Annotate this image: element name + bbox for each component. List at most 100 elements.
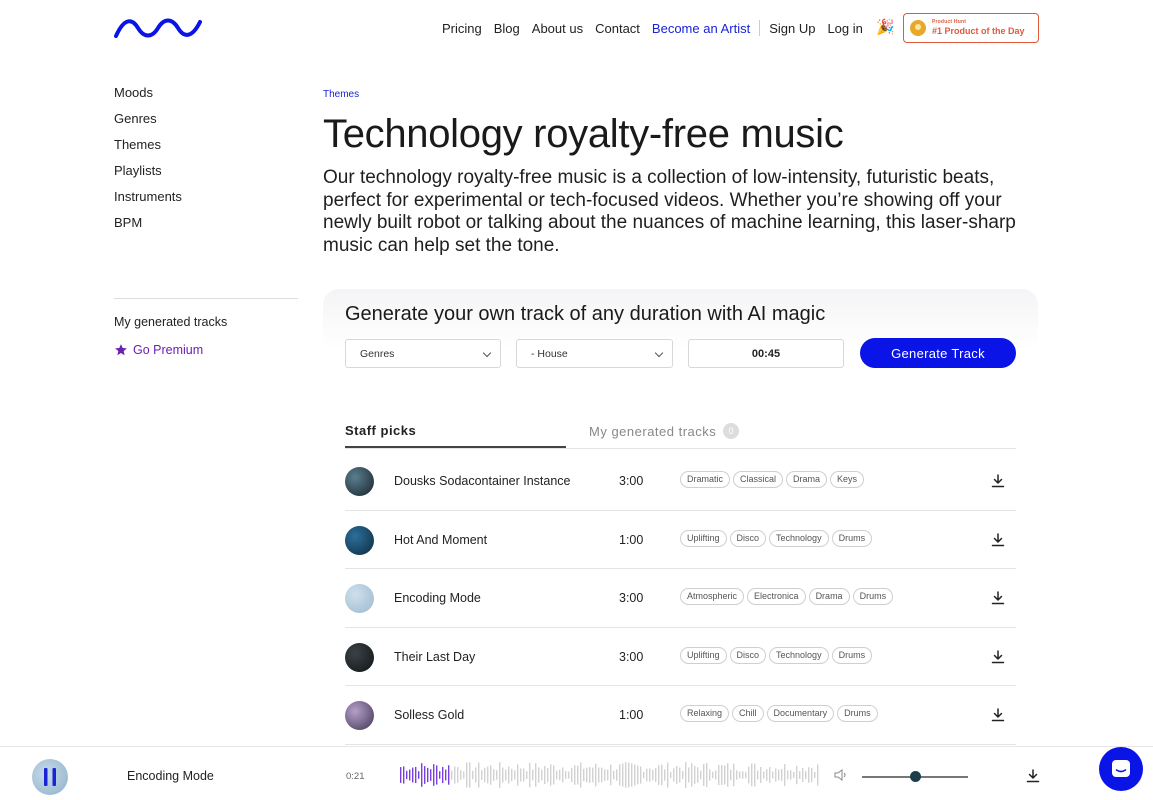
nav-become-artist[interactable]: Become an Artist <box>652 21 750 36</box>
generate-track-button[interactable]: Generate Track <box>860 338 1016 368</box>
nav-about[interactable]: About us <box>532 21 583 36</box>
track-cover[interactable] <box>345 525 374 555</box>
genre-select[interactable]: Genres <box>345 339 501 368</box>
track-tag[interactable]: Atmospheric <box>680 588 745 605</box>
generated-count-badge: 0 <box>723 423 740 439</box>
volume-slider-handle[interactable] <box>910 771 921 782</box>
track-row[interactable]: Encoding Mode 3:00 Atmospheric Electronica D… <box>345 569 1016 628</box>
track-cover[interactable] <box>345 467 374 496</box>
sidebar-item-playlists[interactable]: Playlists <box>114 163 182 189</box>
track-tag[interactable]: Disco <box>729 529 767 547</box>
track-tag[interactable]: Documentary <box>766 705 835 722</box>
product-hunt-badge[interactable]: Product Hunt #1 Product of the Day <box>903 13 1039 43</box>
track-tag[interactable]: Relaxing <box>680 705 730 722</box>
waveform-bar <box>589 767 591 783</box>
player-cover[interactable] <box>32 759 68 795</box>
tab-my-generated-tracks[interactable]: My generated tracks 0 <box>589 423 740 439</box>
tab-my-generated-label: My generated tracks <box>589 423 717 439</box>
waveform-bar <box>529 762 531 788</box>
waveform-bar <box>625 762 627 788</box>
sidebar-item-instruments[interactable]: Instruments <box>114 189 182 215</box>
badge-big-text: #1 Product of the Day <box>932 26 1025 36</box>
pause-icon[interactable] <box>32 759 68 795</box>
track-tag[interactable]: Drums <box>831 529 873 547</box>
waveform-bar <box>760 767 762 783</box>
track-tag[interactable]: Drums <box>852 588 894 605</box>
download-icon[interactable] <box>991 649 1005 664</box>
waveform-bar <box>517 764 519 786</box>
waveform-bar <box>655 768 657 782</box>
waveform-bar <box>484 767 486 783</box>
track-cover[interactable] <box>345 584 374 613</box>
sidebar-item-genres[interactable]: Genres <box>114 111 182 137</box>
track-name[interactable]: Dousks Sodacontainer Instance <box>394 474 571 488</box>
track-tag[interactable]: Drums <box>837 705 878 722</box>
nav-blog[interactable]: Blog <box>494 21 520 36</box>
breadcrumb[interactable]: Themes <box>323 89 359 100</box>
track-tag[interactable]: Technology <box>769 646 829 664</box>
track-tag[interactable]: Drums <box>831 646 873 664</box>
track-row[interactable]: Solless Gold 1:00 Relaxing Chill Documentary… <box>345 686 1016 745</box>
waveform-bar <box>778 769 780 781</box>
sidebar-nav: Moods Genres Themes Playlists Instrument… <box>114 85 182 241</box>
sidebar-item-bpm[interactable]: BPM <box>114 215 182 241</box>
track-tag[interactable]: Electronica <box>747 588 806 605</box>
waveform-bar <box>478 762 480 788</box>
waveform-bar <box>646 768 648 782</box>
sidebar-divider <box>114 298 298 299</box>
waveform-bar <box>682 771 684 779</box>
sidebar-item-moods[interactable]: Moods <box>114 85 182 111</box>
waveform-bar <box>493 769 495 781</box>
waveform-bar <box>715 770 717 780</box>
sidebar-item-themes[interactable]: Themes <box>114 137 182 163</box>
nav-pricing[interactable]: Pricing <box>442 21 482 36</box>
duration-input[interactable]: 00:45 <box>688 339 844 368</box>
track-row[interactable]: Hot And Moment 1:00 Uplifting Disco Technolo… <box>345 511 1016 569</box>
track-tag[interactable]: Classical <box>733 471 784 488</box>
download-icon[interactable] <box>1026 769 1040 783</box>
track-tag[interactable]: Technology <box>769 529 829 547</box>
login-link[interactable]: Log in <box>827 21 862 36</box>
subgenre-select[interactable]: - House <box>516 339 673 368</box>
waveform-bar <box>691 763 693 787</box>
track-tag[interactable]: Uplifting <box>680 529 727 547</box>
track-cover[interactable] <box>345 701 374 730</box>
track-tag[interactable]: Disco <box>729 646 767 664</box>
download-icon[interactable] <box>991 591 1005 605</box>
waveform-bar <box>733 763 735 787</box>
download-icon[interactable] <box>991 708 1005 722</box>
download-icon[interactable] <box>991 532 1005 547</box>
go-premium-link[interactable]: Go Premium <box>114 343 203 357</box>
waveform-bar <box>451 770 453 780</box>
track-tag[interactable]: Drama <box>808 588 850 605</box>
nav-contact[interactable]: Contact <box>595 21 640 36</box>
track-tag[interactable]: Chill <box>732 705 764 722</box>
tab-staff-picks[interactable]: Staff picks <box>345 423 416 438</box>
waveform-bar <box>559 769 561 781</box>
waveform-bar <box>688 767 690 783</box>
chat-button[interactable] <box>1099 747 1143 791</box>
track-name[interactable]: Hot And Moment <box>394 533 487 547</box>
logo[interactable] <box>114 16 202 40</box>
download-icon[interactable] <box>991 474 1005 488</box>
track-tag[interactable]: Keys <box>830 471 865 488</box>
track-row[interactable]: Dousks Sodacontainer Instance 3:00 Dramati… <box>345 452 1016 511</box>
waveform-bar <box>685 762 687 788</box>
volume-icon[interactable] <box>834 769 848 781</box>
waveform-bar <box>679 767 681 783</box>
track-tag[interactable]: Dramatic <box>680 471 731 488</box>
track-tag[interactable]: Uplifting <box>680 646 727 664</box>
waveform-bar <box>787 770 789 780</box>
track-name[interactable]: Encoding Mode <box>394 591 481 605</box>
waveform[interactable] <box>400 761 820 789</box>
signup-link[interactable]: Sign Up <box>769 21 815 36</box>
waveform-bar <box>490 765 492 785</box>
waveform-bar <box>727 763 729 787</box>
track-name[interactable]: Their Last Day <box>394 650 475 664</box>
track-cover[interactable] <box>345 642 374 672</box>
track-name[interactable]: Solless Gold <box>394 708 464 722</box>
sidebar-generated-tracks[interactable]: My generated tracks <box>114 315 227 329</box>
player-track-name: Encoding Mode <box>127 769 214 783</box>
track-tag[interactable]: Drama <box>786 471 828 488</box>
track-row[interactable]: Their Last Day 3:00 Uplifting Disco Technolo… <box>345 628 1016 686</box>
